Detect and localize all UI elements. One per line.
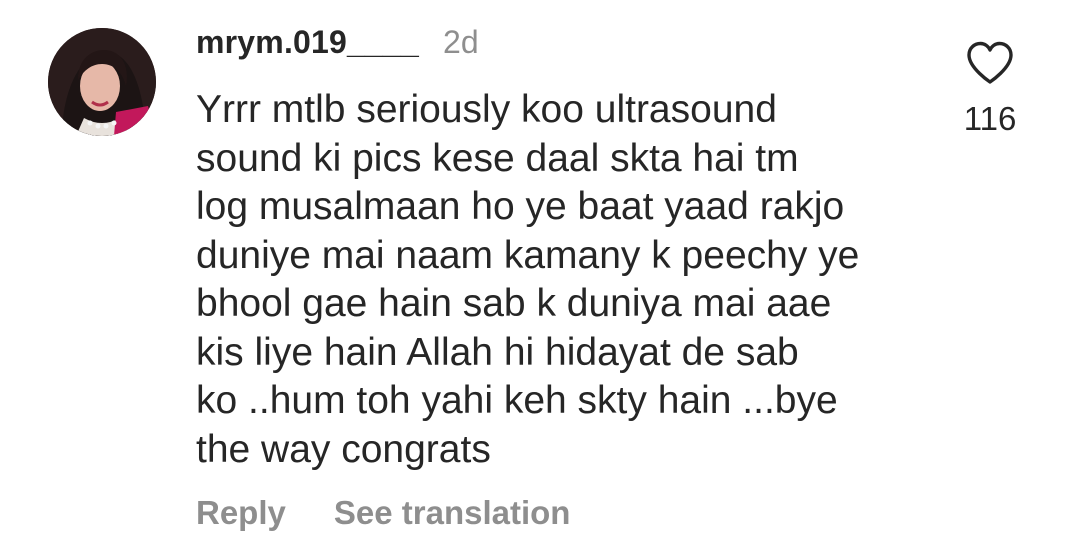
comment-text: Yrrr mtlb seriously koo ultrasound sound… — [196, 88, 860, 471]
reply-button[interactable]: Reply — [196, 494, 286, 532]
like-area: 116 — [950, 40, 1030, 138]
see-translation-button[interactable]: See translation — [334, 494, 571, 532]
comment-header: mrym.019____ 2d — [196, 24, 479, 68]
timestamp: 2d — [443, 24, 479, 60]
comment-actions: Reply See translation — [196, 494, 570, 532]
avatar-image — [48, 28, 156, 136]
comment-item: mrym.019____ 2d Yrrr mtlb seriously koo … — [0, 0, 1080, 549]
like-count: 116 — [963, 100, 1017, 137]
avatar[interactable] — [48, 28, 156, 136]
username[interactable]: mrym.019____ — [196, 24, 419, 61]
heart-outline-icon[interactable] — [965, 40, 1015, 86]
